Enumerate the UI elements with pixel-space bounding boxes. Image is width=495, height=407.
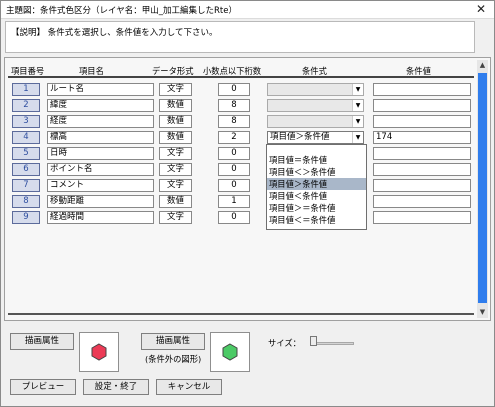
data-type-field: 数値 (159, 115, 192, 128)
decimals-field: 0 (218, 83, 250, 96)
table-row: 1 ルート名 文字 0 ▼ (8, 83, 474, 97)
description-text: 【説明】 条件式を選択し、条件値を入力して下さい。 (11, 28, 218, 38)
green-hexagon-icon (222, 343, 238, 361)
item-name-field: 経過時間 (47, 211, 154, 224)
item-name-field: コメント (47, 179, 154, 192)
data-type-field: 数値 (159, 99, 192, 112)
item-number-button[interactable]: 6 (12, 163, 40, 176)
ok-button[interactable]: 設定・終了 (83, 379, 149, 395)
chevron-down-icon[interactable]: ▼ (352, 100, 363, 111)
item-name-field: 標高 (47, 131, 154, 144)
item-number-button[interactable]: 8 (12, 195, 40, 208)
size-slider-track[interactable] (314, 342, 354, 345)
chevron-down-icon[interactable]: ▼ (352, 132, 363, 143)
data-type-field: 文字 (159, 163, 192, 176)
item-number-button[interactable]: 3 (12, 115, 40, 128)
description-box: 【説明】 条件式を選択し、条件値を入力して下さい。 (5, 21, 475, 53)
window-title: 主題図：条件式色区分（レイヤ名：甲山_加工編集したRte） (6, 6, 237, 16)
dropdown-option[interactable]: 項目値＜＝条件値 (267, 214, 366, 226)
data-type-field: 数値 (159, 131, 192, 144)
item-name-field: 緯度 (47, 99, 154, 112)
else-symbol-preview-box[interactable] (210, 332, 250, 372)
red-hexagon-icon (91, 343, 107, 361)
condition-value-input[interactable] (373, 83, 471, 96)
decimals-field: 8 (218, 99, 250, 112)
condition-value-input[interactable] (373, 211, 471, 224)
condition-value-input[interactable] (373, 195, 471, 208)
item-number-button[interactable]: 9 (12, 211, 40, 224)
header-divider (8, 76, 474, 78)
chevron-down-icon[interactable]: ▼ (352, 116, 363, 127)
table-row: 9経過時間文字0▼ (8, 211, 474, 225)
condition-select[interactable]: ▼ (267, 99, 364, 112)
condition-dropdown-list[interactable]: 項目値＝条件値 項目値＜＞条件値 項目値＞条件値 項目値＜条件値 項目値＞＝条件… (266, 144, 367, 230)
decimals-field: 0 (218, 179, 250, 192)
grid-bottom-divider (8, 313, 474, 315)
decimals-field: 8 (218, 115, 250, 128)
condition-value-input[interactable] (373, 115, 471, 128)
item-number-button[interactable]: 2 (12, 99, 40, 112)
condition-grid: 項目番号 項目名 データ形式 小数点以下桁数 条件式 条件値 1 ルート名 文字 0 ▼… (4, 57, 491, 321)
condition-select[interactable]: ▼ (267, 83, 364, 96)
item-name-field: 日時 (47, 147, 154, 160)
item-number-button[interactable]: 7 (12, 179, 40, 192)
condition-select[interactable]: ▼ (267, 115, 364, 128)
table-row: 3 経度 数値 8 ▼ (8, 115, 474, 129)
table-row: 4 標高 数値 2 項目値＞条件値 ▼ 174 (8, 131, 474, 145)
condition-value-input[interactable]: 174 (373, 131, 471, 144)
item-number-button[interactable]: 4 (12, 131, 40, 144)
preview-button[interactable]: プレビュー (10, 379, 76, 395)
data-type-field: 数値 (159, 195, 192, 208)
decimals-field: 1 (218, 195, 250, 208)
table-row: 8移動距離数値1▼ (8, 195, 474, 209)
item-name-field: 経度 (47, 115, 154, 128)
else-shapes-note: (条件外の図形) (145, 354, 202, 364)
condition-value-input[interactable] (373, 179, 471, 192)
vertical-scrollbar[interactable]: ▲ ▼ (477, 60, 488, 318)
item-name-field: ポイント名 (47, 163, 154, 176)
data-type-field: 文字 (159, 83, 192, 96)
scroll-down-icon[interactable]: ▼ (477, 307, 488, 318)
table-row: 2 緯度 数値 8 ▼ (8, 99, 474, 113)
condition-select-value: 項目値＞条件値 (270, 132, 330, 142)
item-name-field: ルート名 (47, 83, 154, 96)
data-type-field: 文字 (159, 179, 192, 192)
decimals-field: 0 (218, 147, 250, 160)
dropdown-option[interactable]: 項目値＝条件値 (267, 154, 366, 166)
table-row: 6ポイント名文字0▼ (8, 163, 474, 177)
item-number-button[interactable]: 5 (12, 147, 40, 160)
dropdown-option-selected[interactable]: 項目値＞条件値 (267, 178, 366, 190)
condition-value-input[interactable] (373, 147, 471, 160)
dialog-window: 主題図：条件式色区分（レイヤ名：甲山_加工編集したRte） ✕ 【説明】 条件式… (0, 0, 495, 407)
symbol-preview-box[interactable] (79, 332, 119, 372)
decimals-field: 0 (218, 163, 250, 176)
condition-select[interactable]: 項目値＞条件値 ▼ (267, 131, 364, 144)
decimals-field: 2 (218, 131, 250, 144)
item-name-field: 移動距離 (47, 195, 154, 208)
title-bar: 主題図：条件式色区分（レイヤ名：甲山_加工編集したRte） ✕ (1, 1, 494, 19)
draw-attribute-else-button[interactable]: 描画属性 (141, 333, 205, 350)
scroll-up-icon[interactable]: ▲ (477, 60, 488, 71)
decimals-field: 0 (218, 211, 250, 224)
table-row: 5日時文字0▼ (8, 147, 474, 161)
dropdown-option[interactable]: 項目値＜＞条件値 (267, 166, 366, 178)
table-row: 7コメント文字0▼ (8, 179, 474, 193)
data-type-field: 文字 (159, 211, 192, 224)
cancel-button[interactable]: キャンセル (156, 379, 222, 395)
chevron-down-icon[interactable]: ▼ (352, 84, 363, 95)
item-number-button[interactable]: 1 (12, 83, 40, 96)
dropdown-option[interactable]: 項目値＜条件値 (267, 190, 366, 202)
size-slider-thumb[interactable] (310, 336, 317, 346)
dropdown-option[interactable]: 項目値＞＝条件値 (267, 202, 366, 214)
close-button[interactable]: ✕ (473, 2, 489, 18)
data-type-field: 文字 (159, 147, 192, 160)
scroll-thumb[interactable] (478, 73, 487, 303)
condition-value-input[interactable] (373, 99, 471, 112)
condition-value-input[interactable] (373, 163, 471, 176)
draw-attribute-button[interactable]: 描画属性 (10, 333, 74, 350)
size-label: サイズ： (268, 338, 301, 348)
